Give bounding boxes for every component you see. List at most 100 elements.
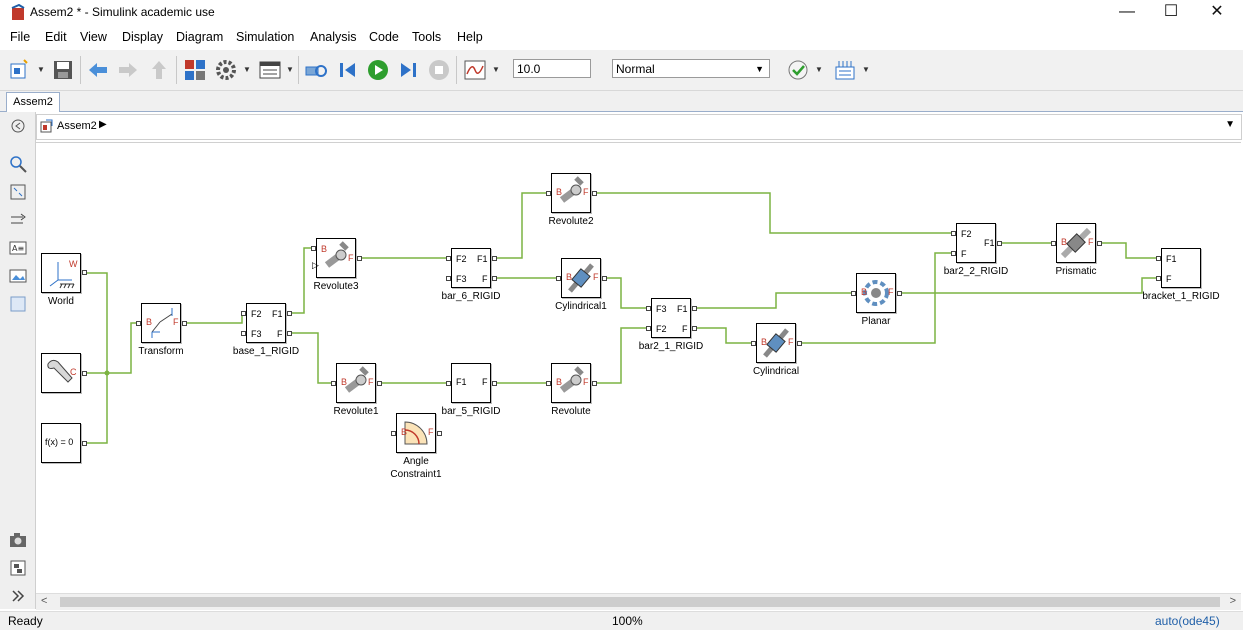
- revolute1-block[interactable]: B F: [331, 363, 382, 403]
- prismatic-port-b[interactable]: [1051, 241, 1056, 246]
- bar22-port-f1[interactable]: [997, 241, 1002, 246]
- back-arrow-icon[interactable]: [86, 58, 110, 82]
- revolute1-port-b[interactable]: [331, 381, 336, 386]
- bar21-port-f1[interactable]: [692, 306, 697, 311]
- menu-diagram[interactable]: Diagram: [176, 30, 223, 44]
- bar21-port-f2[interactable]: [646, 326, 651, 331]
- annotation-icon[interactable]: A≡: [8, 238, 28, 258]
- scope-icon[interactable]: [463, 58, 487, 82]
- bar6-port-f1[interactable]: [492, 256, 497, 261]
- build-dropdown-icon[interactable]: ▼: [862, 65, 870, 74]
- world-port-w[interactable]: [82, 270, 87, 275]
- bar5-port-f[interactable]: [492, 381, 497, 386]
- solver-link[interactable]: auto(ode45): [1155, 614, 1220, 628]
- menu-file[interactable]: File: [10, 30, 30, 44]
- revolute3-port-b[interactable]: [311, 246, 316, 251]
- angle-constraint-block[interactable]: B F: [391, 413, 442, 453]
- step-back-icon[interactable]: [336, 58, 360, 82]
- cylindrical1-port-f[interactable]: [602, 276, 607, 281]
- expand-icon[interactable]: [8, 586, 28, 606]
- base-port-f[interactable]: [287, 331, 292, 336]
- horizontal-scrollbar[interactable]: < >: [36, 593, 1241, 610]
- build-grid-icon[interactable]: [833, 58, 857, 82]
- prismatic-block[interactable]: B F: [1051, 223, 1102, 263]
- revolute2-port-f[interactable]: [592, 191, 597, 196]
- menu-display[interactable]: Display: [122, 30, 163, 44]
- bar5-port-f1[interactable]: [446, 381, 451, 386]
- bracket-port-f1[interactable]: [1156, 256, 1161, 261]
- library-browser-icon[interactable]: [183, 58, 207, 82]
- revolute3-block[interactable]: B F ▷: [311, 238, 362, 278]
- menu-tools[interactable]: Tools: [412, 30, 441, 44]
- new-model-icon[interactable]: [8, 58, 32, 82]
- stop-icon[interactable]: [427, 58, 451, 82]
- bracket-rigid-block[interactable]: F1 F: [1156, 248, 1201, 288]
- bar6-port-f3[interactable]: [446, 276, 451, 281]
- revolute1-port-f[interactable]: [377, 381, 382, 386]
- config-port-c[interactable]: [82, 371, 87, 376]
- bar2-1-rigid-block[interactable]: F3 F1 F2 F: [646, 298, 697, 338]
- planar-block[interactable]: B F: [851, 273, 902, 313]
- transform-port-b[interactable]: [136, 321, 141, 326]
- cylindrical1-port-b[interactable]: [556, 276, 561, 281]
- up-arrow-icon[interactable]: [147, 58, 171, 82]
- mechanism-configuration-block[interactable]: C: [41, 353, 87, 393]
- base-port-f2[interactable]: [241, 311, 246, 316]
- model-browser-icon[interactable]: [8, 558, 28, 578]
- image-icon[interactable]: [8, 266, 28, 286]
- bar22-port-f[interactable]: [951, 251, 956, 256]
- bar22-port-f2[interactable]: [951, 231, 956, 236]
- breadcrumb-dropdown-icon[interactable]: ▼: [1225, 119, 1235, 130]
- update-diagram-icon[interactable]: [304, 58, 328, 82]
- bar21-port-f3[interactable]: [646, 306, 651, 311]
- model-canvas[interactable]: W World C f(x) = 0 B F Transform F2 F1 F…: [36, 142, 1241, 595]
- model-settings-gear-icon[interactable]: [214, 58, 238, 82]
- explorer-dropdown-icon[interactable]: ▼: [286, 65, 294, 74]
- close-button[interactable]: ✕: [1194, 0, 1240, 24]
- scrollbar-thumb[interactable]: [60, 597, 1220, 607]
- forward-arrow-icon[interactable]: [116, 58, 140, 82]
- bar6-port-f[interactable]: [492, 276, 497, 281]
- arrow-right-icon[interactable]: [8, 210, 28, 230]
- advisor-dropdown-icon[interactable]: ▼: [815, 65, 823, 74]
- revolute2-port-b[interactable]: [546, 191, 551, 196]
- zoom-in-icon[interactable]: [8, 154, 28, 174]
- simulation-mode-select[interactable]: Normal ▼: [612, 59, 770, 78]
- solver-port[interactable]: [82, 441, 87, 446]
- world-block[interactable]: W: [41, 253, 87, 293]
- transform-block[interactable]: B F: [136, 303, 187, 343]
- cylindrical-block[interactable]: B F: [751, 323, 802, 363]
- minimize-button[interactable]: —: [1104, 0, 1150, 24]
- run-icon[interactable]: [366, 58, 390, 82]
- maximize-button[interactable]: ☐: [1148, 0, 1194, 24]
- bracket-port-f[interactable]: [1156, 276, 1161, 281]
- hide-browser-icon[interactable]: [8, 116, 28, 136]
- angle-port-f[interactable]: [437, 431, 442, 436]
- breadcrumb-model-link[interactable]: Assem2: [57, 120, 97, 132]
- step-forward-icon[interactable]: [396, 58, 420, 82]
- prismatic-port-f[interactable]: [1097, 241, 1102, 246]
- base-rigid-block[interactable]: F2 F1 F3 F: [241, 303, 292, 343]
- revolute3-port-f[interactable]: [357, 256, 362, 261]
- camera-icon[interactable]: [8, 530, 28, 550]
- save-icon[interactable]: [51, 58, 75, 82]
- base-port-f3[interactable]: [241, 331, 246, 336]
- new-dropdown-icon[interactable]: ▼: [37, 65, 45, 74]
- planar-port-b[interactable]: [851, 291, 856, 296]
- menu-view[interactable]: View: [80, 30, 107, 44]
- scroll-left-icon[interactable]: <: [41, 595, 47, 607]
- revolute-block[interactable]: B F: [546, 363, 597, 403]
- breadcrumb-arrow-icon[interactable]: ▶: [99, 119, 107, 130]
- bar6-port-f2[interactable]: [446, 256, 451, 261]
- stop-time-input[interactable]: 10.0: [513, 59, 591, 78]
- bar5-rigid-block[interactable]: F1 F: [446, 363, 497, 403]
- tab-assem2[interactable]: Assem2: [6, 92, 60, 112]
- base-port-f1[interactable]: [287, 311, 292, 316]
- menu-code[interactable]: Code: [369, 30, 399, 44]
- revolute-port-f[interactable]: [592, 381, 597, 386]
- area-icon[interactable]: [8, 294, 28, 314]
- menu-help[interactable]: Help: [457, 30, 483, 44]
- cylindrical-port-b[interactable]: [751, 341, 756, 346]
- bar2-2-rigid-block[interactable]: F2 F1 F: [951, 223, 1002, 263]
- revolute2-block[interactable]: B F: [546, 173, 597, 213]
